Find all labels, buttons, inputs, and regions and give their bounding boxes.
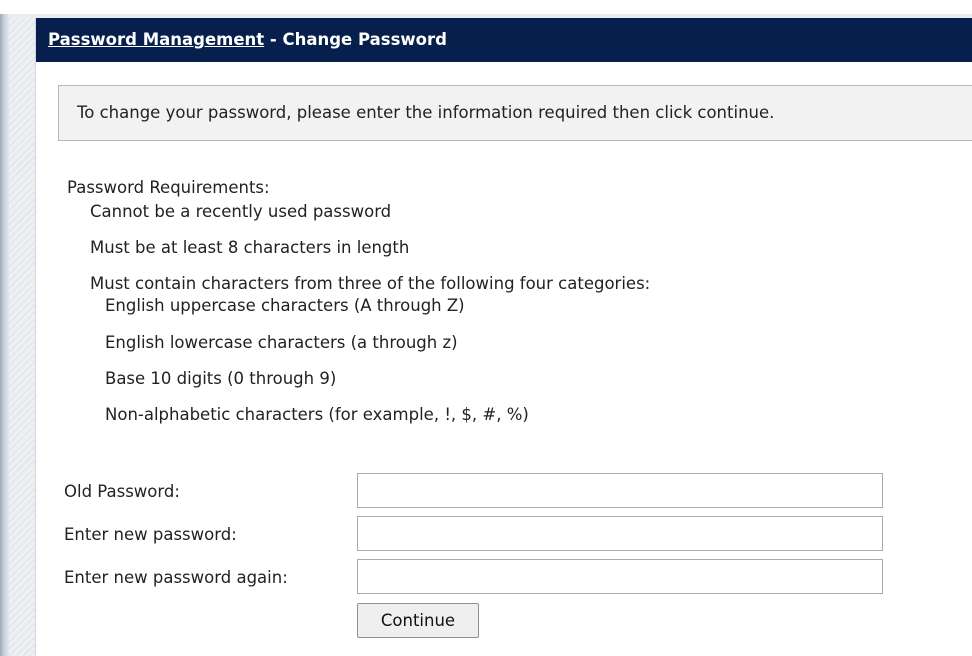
confirm-password-input[interactable] (357, 559, 883, 594)
page-header: Password Management - Change Password (36, 18, 972, 62)
page-title: Change Password (282, 30, 447, 49)
new-password-input[interactable] (357, 516, 883, 551)
new-password-label: Enter new password: (64, 525, 237, 544)
old-password-label: Old Password: (64, 482, 180, 501)
window-edge (0, 14, 9, 656)
category-item: Non-alphabetic characters (for example, … (105, 405, 529, 424)
requirements-heading: Password Requirements: (67, 178, 270, 197)
confirm-password-label: Enter new password again: (64, 568, 288, 587)
instructions-text: To change your password, please enter th… (77, 103, 775, 122)
left-panel (9, 14, 36, 656)
header-separator: - (264, 30, 283, 49)
category-item: English uppercase characters (A through … (105, 296, 465, 315)
old-password-input[interactable] (357, 473, 883, 508)
category-item: Base 10 digits (0 through 9) (105, 369, 337, 388)
page-frame: Password Management - Change Password To… (0, 0, 972, 656)
requirement-item: Must be at least 8 characters in length (90, 238, 410, 257)
continue-button[interactable]: Continue (357, 603, 479, 638)
category-item: English lowercase characters (a through … (105, 333, 458, 352)
instructions-box: To change your password, please enter th… (58, 85, 972, 141)
requirement-item: Must contain characters from three of th… (90, 274, 651, 293)
password-management-link[interactable]: Password Management (48, 30, 264, 49)
requirement-item: Cannot be a recently used password (90, 202, 392, 221)
